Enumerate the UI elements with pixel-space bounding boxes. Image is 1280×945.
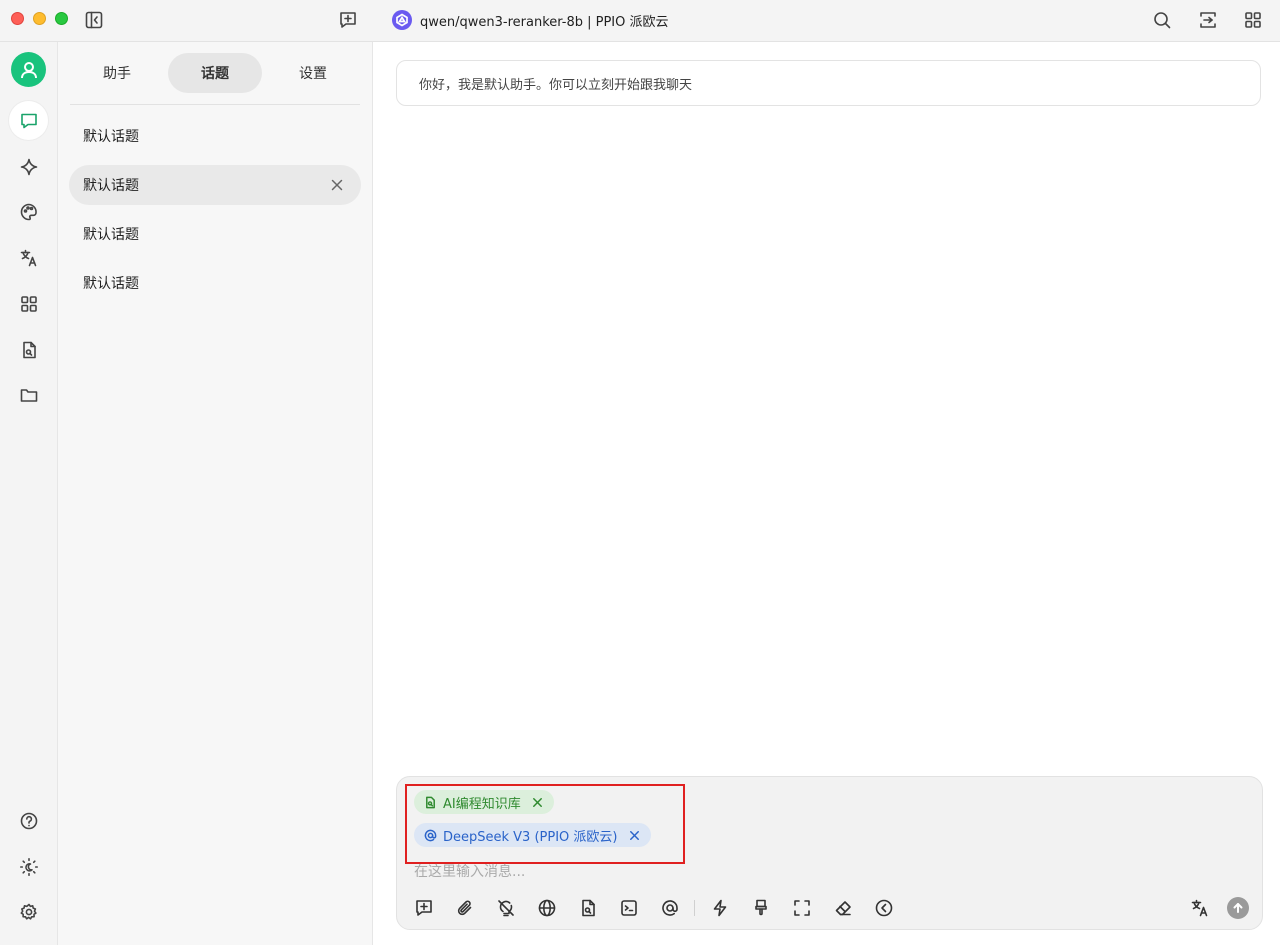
tab-assistant[interactable]: 助手 xyxy=(70,53,164,93)
knowledge-base-button[interactable] xyxy=(573,893,603,923)
translate-icon xyxy=(20,249,36,266)
knowledge-base-chip[interactable]: AI编程知识库 xyxy=(414,790,554,814)
help-icon xyxy=(20,812,37,829)
fullscreen-button[interactable] xyxy=(787,893,817,923)
close-icon[interactable] xyxy=(329,177,345,193)
mcp-button[interactable] xyxy=(614,893,644,923)
rail-translate-button[interactable] xyxy=(9,238,48,277)
translate-button[interactable] xyxy=(1186,894,1214,922)
quick-phrase-button[interactable] xyxy=(705,893,735,923)
rail-paint-button[interactable] xyxy=(9,192,48,231)
title-bar: qwen/qwen3-reranker-8b | PPIO 派欧云 xyxy=(0,0,1280,42)
eraser-icon xyxy=(835,901,851,916)
rail-chat-button[interactable] xyxy=(9,101,48,140)
divider xyxy=(70,104,360,105)
grid-icon[interactable] xyxy=(1242,9,1264,31)
greeting-message: 你好，我是默认助手。你可以立刻开始跟我聊天 xyxy=(396,60,1261,106)
chat-icon xyxy=(20,113,37,128)
composer-toolbar xyxy=(409,893,910,923)
clear-messages-button[interactable] xyxy=(828,893,858,923)
file-search-icon xyxy=(22,341,36,358)
chevron-left-circle-icon xyxy=(875,899,893,917)
rail-knowledge-button[interactable] xyxy=(9,330,48,369)
arrow-up-icon xyxy=(1233,903,1243,913)
at-icon xyxy=(662,900,678,916)
paperclip-icon xyxy=(457,900,472,916)
apps-icon xyxy=(20,295,37,312)
nav-rail xyxy=(0,42,58,945)
sidebar-toggle-icon[interactable] xyxy=(83,9,105,31)
window-close-button[interactable] xyxy=(11,12,24,25)
rail-apps-button[interactable] xyxy=(9,284,48,323)
at-icon xyxy=(424,829,437,841)
close-icon xyxy=(629,830,639,840)
globe-icon xyxy=(538,899,556,917)
fullscreen-icon xyxy=(794,900,810,916)
mention-model-button[interactable] xyxy=(655,893,685,923)
lightning-icon xyxy=(713,899,727,917)
rail-theme-button[interactable] xyxy=(9,847,48,886)
knowledge-base-chip-label: AI编程知识库 xyxy=(443,796,521,812)
brush-icon xyxy=(755,899,767,916)
message-input[interactable] xyxy=(414,862,1174,882)
topic-label: 默认话题 xyxy=(83,276,139,292)
close-icon xyxy=(532,797,542,807)
toolbar-divider xyxy=(694,900,695,916)
topic-label: 默认话题 xyxy=(83,178,139,194)
topic-label: 默认话题 xyxy=(83,129,139,145)
expand-icon[interactable] xyxy=(1197,9,1219,31)
settings-icon xyxy=(20,903,37,920)
window-zoom-button[interactable] xyxy=(55,12,68,25)
lightbulb-off-icon xyxy=(498,900,514,917)
topic-item[interactable]: 默认话题 xyxy=(69,116,361,156)
window-title: qwen/qwen3-reranker-8b | PPIO 派欧云 xyxy=(392,9,669,31)
collapse-toolbar-button[interactable] xyxy=(869,893,899,923)
mentioned-model-chip-label: DeepSeek V3 (PPIO 派欧云) xyxy=(443,829,618,845)
window-minimize-button[interactable] xyxy=(33,12,46,25)
new-topic-icon xyxy=(416,900,432,916)
rail-settings-button[interactable] xyxy=(9,892,48,931)
theme-icon xyxy=(19,857,38,876)
rail-help-button[interactable] xyxy=(9,801,48,840)
new-topic-icon[interactable] xyxy=(337,9,359,31)
new-topic-button[interactable] xyxy=(409,893,439,923)
chat-area: 你好，我是默认助手。你可以立刻开始跟我聊天 AI编程知识库 DeepSeek V… xyxy=(373,42,1280,945)
rail-files-button[interactable] xyxy=(9,375,48,414)
rail-agents-button[interactable] xyxy=(9,147,48,186)
topic-panel: 助手 话题 设置 默认话题 默认话题 默认话题 默认话题 xyxy=(58,42,373,945)
folder-icon xyxy=(20,388,37,402)
tab-topics[interactable]: 话题 xyxy=(168,53,262,93)
topic-label: 默认话题 xyxy=(83,227,139,243)
sparkle-icon xyxy=(20,158,37,175)
palette-icon xyxy=(20,203,37,220)
thinking-off-button[interactable] xyxy=(491,893,521,923)
topic-item-active[interactable]: 默认话题 xyxy=(69,165,361,205)
message-composer: AI编程知识库 DeepSeek V3 (PPIO 派欧云) xyxy=(396,776,1263,930)
avatar[interactable] xyxy=(11,52,46,87)
terminal-icon xyxy=(621,900,637,916)
topic-item[interactable]: 默认话题 xyxy=(69,263,361,303)
greeting-text: 你好，我是默认助手。你可以立刻开始跟我聊天 xyxy=(419,77,693,93)
web-search-button[interactable] xyxy=(532,893,562,923)
attach-button[interactable] xyxy=(450,893,480,923)
clear-context-button[interactable] xyxy=(746,893,776,923)
translate-icon xyxy=(1191,899,1208,917)
send-button[interactable] xyxy=(1227,897,1249,919)
search-icon[interactable] xyxy=(1151,9,1173,31)
topic-item[interactable]: 默认话题 xyxy=(69,214,361,254)
window-title-text: qwen/qwen3-reranker-8b | PPIO 派欧云 xyxy=(420,14,669,30)
file-search-icon xyxy=(582,899,595,917)
tab-settings[interactable]: 设置 xyxy=(266,53,360,93)
panel-tabs: 助手 话题 设置 xyxy=(70,53,360,93)
model-logo-icon xyxy=(392,10,412,30)
file-search-icon xyxy=(426,796,435,808)
mentioned-model-chip[interactable]: DeepSeek V3 (PPIO 派欧云) xyxy=(414,823,651,847)
